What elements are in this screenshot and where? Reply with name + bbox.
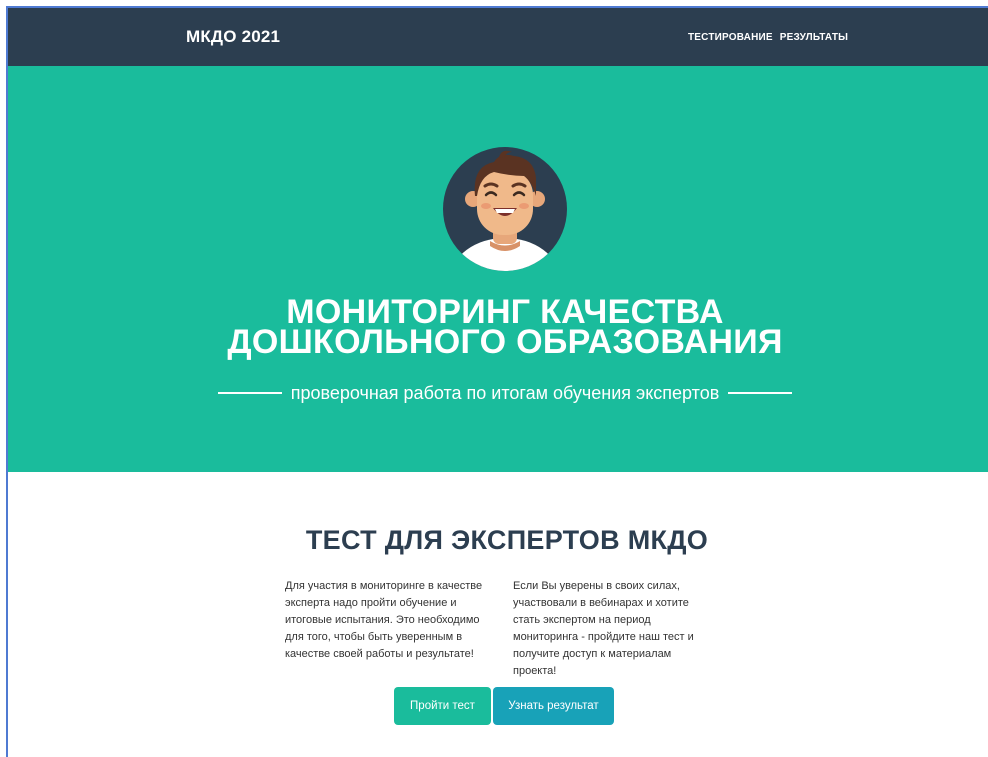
section-title: ТЕСТ ДЛЯ ЭКСПЕРТОВ МКДО xyxy=(305,525,709,555)
hero-subtitle: проверочная работа по итогам обучения эк… xyxy=(290,382,720,403)
get-result-button[interactable]: Узнать результат xyxy=(493,687,614,725)
divider-line-right xyxy=(728,392,793,394)
intro-text-left: Для участия в мониторинге в качестве экс… xyxy=(285,580,483,660)
navbar: МКДО 2021 ТЕСТИРОВАНИЕ РЕЗУЛЬТАТЫ xyxy=(8,8,988,66)
hero-section: МОНИТОРИНГ КАЧЕСТВА ДОШКОЛЬНОГО ОБРАЗОВА… xyxy=(8,66,988,472)
hero-title: МОНИТОРИНГ КАЧЕСТВА ДОШКОЛЬНОГО ОБРАЗОВА… xyxy=(8,295,988,361)
divider-line-left xyxy=(217,392,282,394)
nav-link-testing[interactable]: ТЕСТИРОВАНИЕ xyxy=(688,32,773,43)
intro-text-right: Если Вы уверены в своих силах, участвова… xyxy=(513,580,694,677)
hero-title-line-2: ДОШКОЛЬНОГО ОБРАЗОВАНИЯ xyxy=(227,323,783,361)
avatar-icon xyxy=(442,146,568,272)
nav-links: ТЕСТИРОВАНИЕ РЕЗУЛЬТАТЫ xyxy=(688,32,852,43)
brand-link[interactable]: МКДО 2021 xyxy=(186,27,280,47)
take-test-button[interactable]: Пройти тест xyxy=(394,687,491,725)
hero-subtitle-row: проверочная работа по итогам обучения эк… xyxy=(8,381,988,405)
nav-link-results[interactable]: РЕЗУЛЬТАТЫ xyxy=(780,32,848,43)
